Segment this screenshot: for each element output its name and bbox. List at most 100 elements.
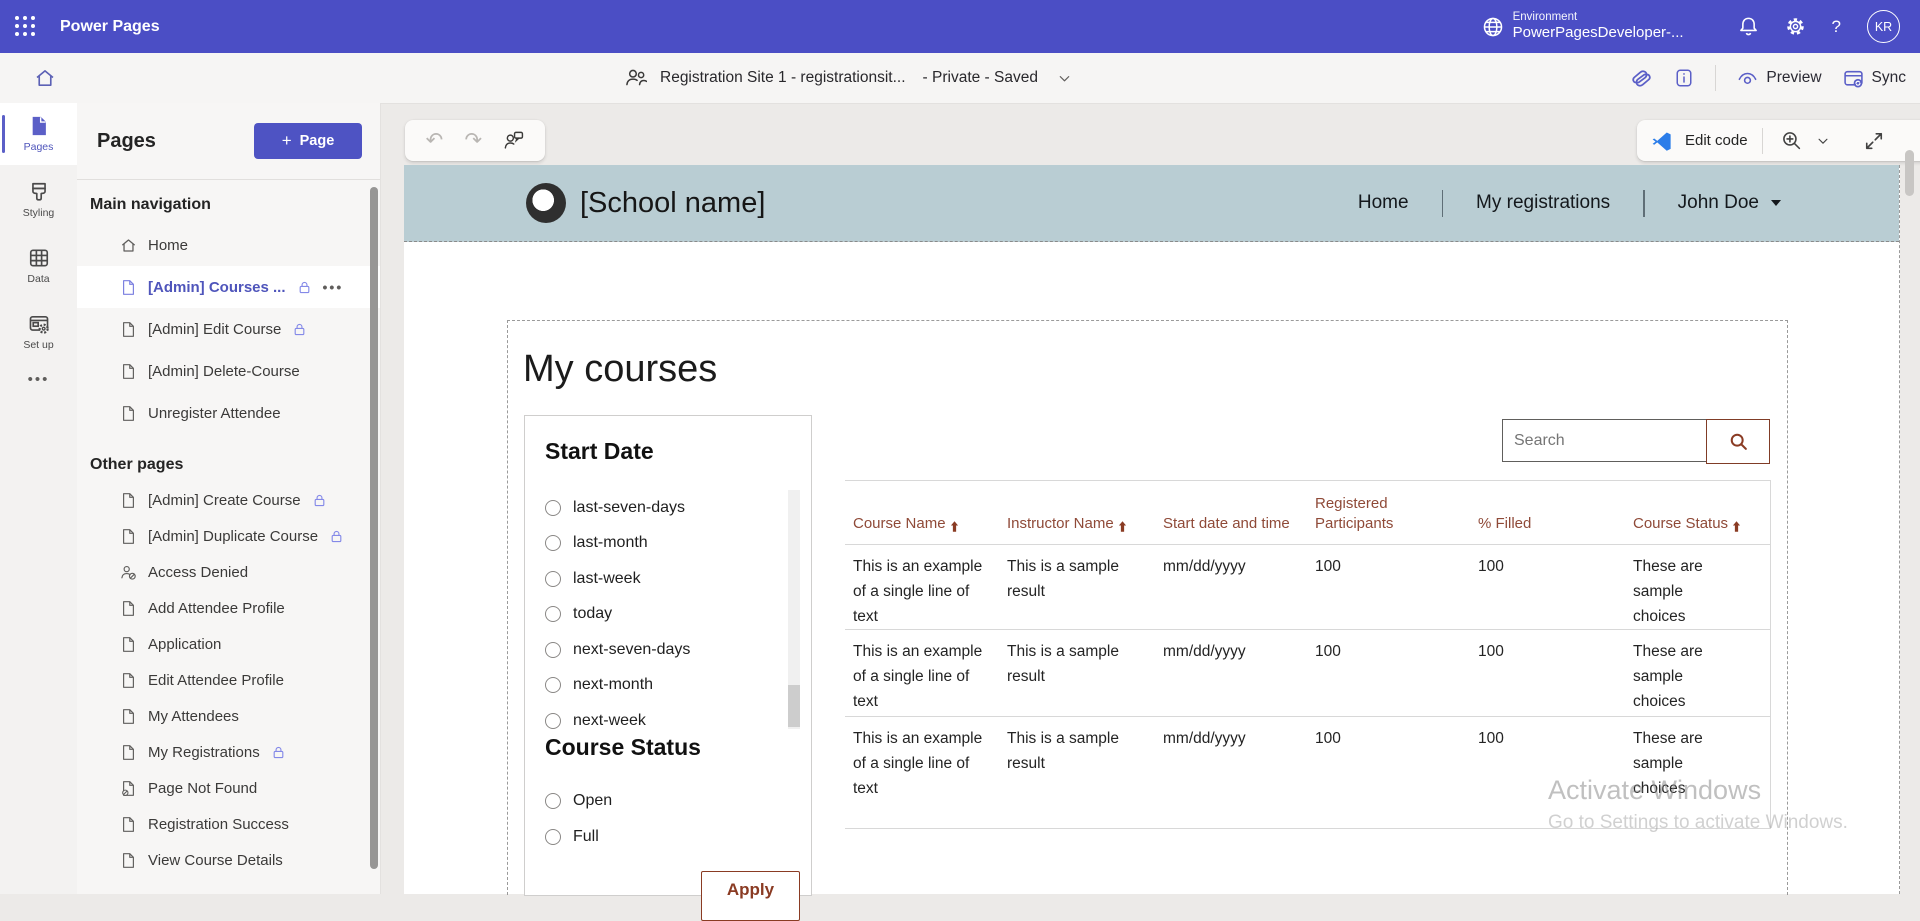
chevron-down-icon[interactable]: [1057, 71, 1072, 86]
page-item-admin-edit-course[interactable]: [Admin] Edit Course: [77, 308, 380, 350]
page-icon: [120, 708, 137, 725]
page-item-my-registrations[interactable]: My Registrations: [77, 734, 380, 770]
rail-item-styling[interactable]: Styling: [0, 169, 77, 231]
radio-option[interactable]: last-week: [545, 561, 785, 597]
column-header-start-date[interactable]: Start date and time: [1155, 514, 1307, 544]
radio-icon[interactable]: [545, 793, 561, 809]
column-header-course-name[interactable]: Course Name: [845, 514, 999, 544]
environment-label: Environment: [1513, 10, 1684, 24]
site-nav-my-registrations[interactable]: My registrations: [1443, 192, 1643, 214]
radio-icon[interactable]: [545, 829, 561, 845]
radio-icon[interactable]: [545, 606, 561, 622]
cell-registered: 100: [1307, 545, 1470, 629]
environment-picker[interactable]: Environment PowerPagesDeveloper-...: [1482, 10, 1684, 43]
page-item-access-denied[interactable]: Access Denied: [77, 554, 380, 590]
start-date-options-list[interactable]: last-seven-days last-month last-week tod…: [545, 490, 785, 729]
page-item-admin-delete-course[interactable]: [Admin] Delete-Course: [77, 350, 380, 392]
pages-icon: [28, 115, 50, 137]
page-item-label: Home: [148, 237, 188, 254]
more-options-icon[interactable]: •••: [323, 279, 344, 295]
styling-brush-icon: [28, 181, 50, 203]
search-button[interactable]: [1706, 419, 1770, 464]
rail-item-pages[interactable]: Pages: [0, 103, 77, 165]
apply-button[interactable]: Apply: [701, 871, 800, 921]
radio-icon[interactable]: [545, 713, 561, 729]
info-panel-icon[interactable]: [1674, 68, 1694, 88]
radio-option[interactable]: Full: [545, 819, 785, 855]
column-header-course-status[interactable]: Course Status: [1625, 514, 1770, 544]
radio-option[interactable]: last-seven-days: [545, 490, 785, 526]
waffle-menu-button[interactable]: [0, 0, 50, 53]
edit-code-button[interactable]: Edit code: [1685, 132, 1748, 149]
page-item-admin-create-course[interactable]: [Admin] Create Course: [77, 482, 380, 518]
rail-more-button[interactable]: •••: [0, 371, 77, 388]
site-header-section[interactable]: [School name] Home My registrations John…: [404, 165, 1899, 242]
filter-scrollbar[interactable]: [788, 490, 800, 729]
site-nav-home[interactable]: Home: [1325, 192, 1442, 214]
sync-button[interactable]: Sync: [1843, 68, 1906, 89]
radio-option[interactable]: next-seven-days: [545, 632, 785, 668]
redo-icon[interactable]: ↷: [464, 130, 482, 151]
page-item-view-course-details[interactable]: View Course Details: [77, 842, 380, 878]
eye-icon: [1737, 68, 1758, 89]
page-item-unregister-attendee[interactable]: Unregister Attendee: [77, 392, 380, 434]
column-header-instructor-name[interactable]: Instructor Name: [999, 514, 1155, 544]
settings-gear-icon[interactable]: [1785, 16, 1806, 37]
radio-icon[interactable]: [545, 677, 561, 693]
home-icon[interactable]: [34, 67, 56, 89]
radio-icon[interactable]: [545, 500, 561, 516]
radio-option[interactable]: today: [545, 597, 785, 633]
column-header-registered-participants[interactable]: Registered Participants: [1307, 494, 1470, 544]
radio-icon[interactable]: [545, 535, 561, 551]
rail-item-setup[interactable]: Set up: [0, 301, 77, 363]
radio-icon[interactable]: [545, 571, 561, 587]
zoom-chevron-down-icon[interactable]: [1816, 134, 1830, 148]
rail-item-data[interactable]: Data: [0, 235, 77, 297]
page-item-admin-duplicate-course[interactable]: [Admin] Duplicate Course: [77, 518, 380, 554]
lock-icon: [292, 322, 307, 337]
table-row[interactable]: This is an example of a single line of t…: [845, 545, 1770, 630]
copilot-icon[interactable]: [1630, 67, 1653, 90]
page-item-home[interactable]: Home: [77, 224, 380, 266]
page-item-add-attendee-profile[interactable]: Add Attendee Profile: [77, 590, 380, 626]
undo-icon[interactable]: ↶: [426, 130, 444, 151]
radio-option[interactable]: next-month: [545, 668, 785, 704]
page-item-label: Unregister Attendee: [148, 405, 281, 422]
breadcrumb[interactable]: Registration Site 1 - registrationsit...…: [625, 53, 1072, 103]
radio-label: today: [573, 605, 612, 623]
zoom-in-icon[interactable]: [1781, 130, 1802, 151]
search-input[interactable]: [1502, 419, 1707, 462]
table-row[interactable]: This is an example of a single line of t…: [845, 630, 1770, 717]
page-item-admin-courses[interactable]: [Admin] Courses ... •••: [77, 266, 380, 308]
notifications-bell-icon[interactable]: [1738, 16, 1759, 37]
page-item-application[interactable]: Application: [77, 626, 380, 662]
radio-icon[interactable]: [545, 642, 561, 658]
preview-button[interactable]: Preview: [1737, 68, 1821, 89]
page-item-label: My Attendees: [148, 708, 239, 725]
radio-label: Full: [573, 828, 599, 846]
home-icon: [120, 237, 137, 254]
column-header-percent-filled[interactable]: % Filled: [1470, 514, 1625, 544]
site-nav-user-menu[interactable]: John Doe: [1645, 192, 1765, 214]
cell-start-date: mm/dd/yyyy: [1155, 717, 1307, 828]
page-icon: [120, 636, 137, 653]
page-item-edit-attendee-profile[interactable]: Edit Attendee Profile: [77, 662, 380, 698]
help-icon[interactable]: ?: [1832, 17, 1841, 37]
page-item-registration-success[interactable]: Registration Success: [77, 806, 380, 842]
user-avatar[interactable]: KR: [1867, 10, 1900, 43]
cell-course-name: This is an example of a single line of t…: [853, 554, 985, 629]
page-item-label: Page Not Found: [148, 780, 257, 797]
waffle-icon: [15, 16, 36, 37]
page-item-my-attendees[interactable]: My Attendees: [77, 698, 380, 734]
canvas-scrollbar[interactable]: [1905, 150, 1914, 196]
fullscreen-expand-icon[interactable]: [1864, 131, 1884, 151]
comments-icon[interactable]: [503, 130, 524, 151]
divider: [1715, 65, 1716, 91]
panel-scrollbar[interactable]: [370, 187, 378, 869]
radio-option[interactable]: next-week: [545, 703, 785, 729]
page-item-page-not-found[interactable]: Page Not Found: [77, 770, 380, 806]
add-page-button[interactable]: + Page: [254, 123, 362, 159]
radio-option[interactable]: last-month: [545, 526, 785, 562]
radio-option[interactable]: Open: [545, 783, 785, 819]
page-icon: [120, 321, 137, 338]
